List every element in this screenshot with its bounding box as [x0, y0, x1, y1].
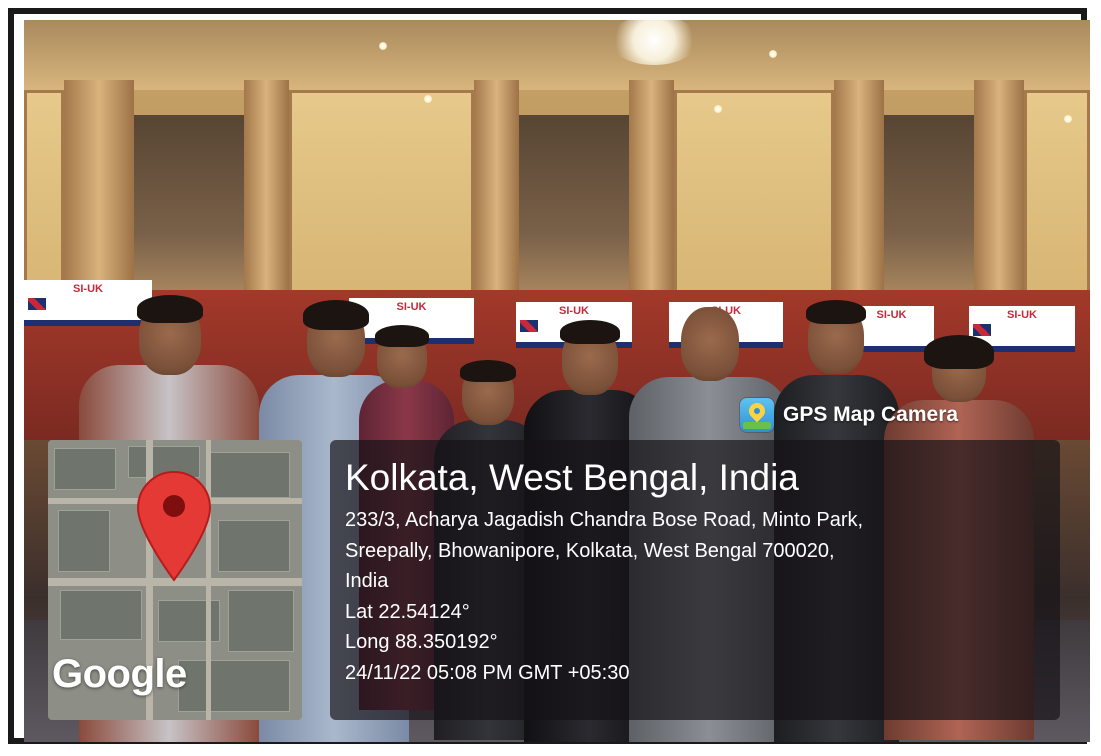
- ceiling-light: [769, 50, 777, 58]
- address-line: Sreepally, Bhowanipore, Kolkata, West Be…: [345, 539, 835, 562]
- photo-frame: SI-UK SI-UK SI-UK SI-UK SI-UK SI-UK: [0, 0, 1101, 756]
- hall-opening: [884, 115, 974, 315]
- booth-banner: SI-UK: [24, 280, 152, 326]
- banner-logo: SI-UK: [876, 309, 907, 321]
- map-thumbnail: Google: [48, 440, 302, 720]
- uk-flag-icon: [973, 324, 991, 336]
- hall-opening: [519, 115, 629, 315]
- location-info-text: Kolkata, West Bengal, India 233/3, Achar…: [345, 455, 1050, 688]
- wall-panel: [674, 90, 834, 320]
- brand-label: GPS Map Camera: [783, 403, 959, 426]
- uk-flag-icon: [28, 298, 46, 310]
- banner-logo: SI-UK: [1007, 309, 1037, 321]
- ceiling-light: [424, 95, 432, 103]
- gps-map-camera-app-icon: [740, 398, 774, 432]
- banner-logo: SI-UK: [73, 283, 103, 295]
- location-title: Kolkata, West Bengal, India: [345, 457, 799, 498]
- longitude-value: Long 88.350192°: [345, 631, 498, 653]
- latitude-value: Lat 22.54124°: [345, 600, 470, 623]
- address-line: 233/3, Acharya Jagadish Chandra Bose Roa…: [345, 509, 864, 531]
- banner-logo: SI-UK: [559, 305, 589, 317]
- google-attribution: Google: [52, 652, 187, 696]
- ceiling-light: [714, 105, 722, 113]
- location-pin-icon: [136, 470, 212, 582]
- uk-flag-icon: [520, 320, 538, 332]
- address-line: India: [345, 570, 389, 592]
- timestamp: 24/11/22 05:08 PM GMT +05:30: [345, 661, 630, 684]
- gps-map-camera-brand: GPS Map Camera: [740, 395, 958, 435]
- ceiling-light: [379, 42, 387, 50]
- ceiling: [24, 20, 1090, 90]
- banner-logo: SI-UK: [396, 301, 427, 313]
- ceiling-light: [1064, 115, 1072, 123]
- wall-panel: [1024, 90, 1090, 320]
- wall-panel: [289, 90, 474, 320]
